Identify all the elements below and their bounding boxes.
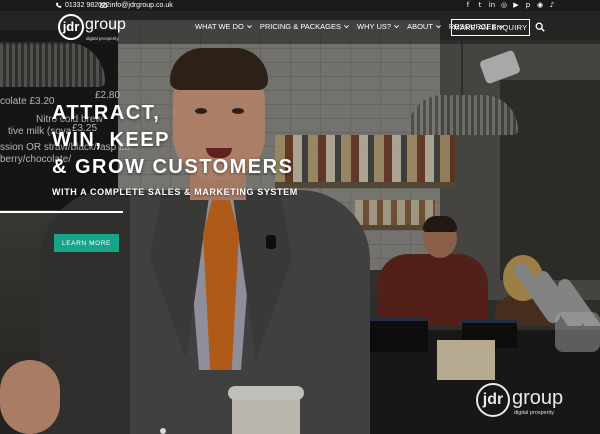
nav-why-us[interactable]: WHY US? [357, 22, 400, 31]
logo-watermark: jdr group digital prosperity [476, 383, 581, 423]
hero-headline-line: & GROW CUSTOMERS [52, 156, 294, 178]
top-contact-bar: 01332 982022 info@jdrgroup.co.uk f t in … [0, 0, 600, 11]
logo-tagline: digital prosperity [86, 36, 119, 41]
hero-divider [0, 211, 123, 213]
messenger-icon[interactable]: ◉ [536, 1, 544, 9]
pinterest-icon[interactable]: p [524, 1, 532, 9]
logo-wordmark: group [85, 16, 126, 33]
tiktok-icon[interactable]: ♪ [548, 1, 556, 9]
nav-label: ABOUT [407, 22, 433, 31]
make-enquiry-button[interactable]: MAKE AN ENQUIRY [451, 19, 530, 36]
social-links: f t in ◎ ▶ p ◉ ♪ [464, 1, 556, 9]
email-link[interactable]: info@jdrgroup.co.uk [100, 0, 173, 11]
chevron-down-icon [394, 25, 399, 29]
nav-label: WHAT WE DO [195, 22, 244, 31]
email-address: info@jdrgroup.co.uk [110, 2, 173, 9]
slider-indicator[interactable] [160, 428, 166, 434]
watermark-wordmark: group [512, 387, 564, 409]
chevron-down-icon [344, 25, 349, 29]
envelope-icon [100, 3, 107, 8]
nav-label: PRICING & PACKAGES [259, 22, 342, 31]
hero-background-photo: colate £3.20 £2.80 Nitro cold brew tive … [0, 0, 600, 434]
hero-headline-line: ATTRACT, [52, 102, 161, 124]
nav-about[interactable]: ABOUT [407, 22, 442, 31]
hero-headline: ATTRACT, WIN, KEEP & GROW CUSTOMERS [52, 100, 293, 181]
search-icon[interactable] [535, 22, 545, 32]
twitter-icon[interactable]: t [476, 1, 484, 9]
watermark-mark: jdr [476, 383, 510, 417]
instagram-icon[interactable]: ◎ [500, 1, 508, 9]
learn-more-button[interactable]: LEARN MORE [54, 234, 119, 252]
phone-icon [56, 2, 62, 8]
hero-subtitle: WITH A COMPLETE SALES & MARKETING SYSTEM [52, 187, 298, 197]
hero-headline-line: WIN, KEEP [52, 129, 170, 151]
nav-what-we-do[interactable]: WHAT WE DO [195, 22, 253, 31]
youtube-icon[interactable]: ▶ [512, 1, 520, 9]
watermark-tagline: digital prosperity [514, 410, 555, 416]
chevron-down-icon [436, 25, 441, 29]
facebook-icon[interactable]: f [464, 1, 472, 9]
logo-mark: jdr [58, 14, 84, 40]
nav-pricing-packages[interactable]: PRICING & PACKAGES [260, 22, 350, 31]
linkedin-icon[interactable]: in [488, 1, 496, 9]
site-logo[interactable]: jdr group digital prosperity [58, 14, 126, 44]
nav-label: WHY US? [357, 22, 392, 31]
chevron-down-icon [246, 25, 252, 29]
